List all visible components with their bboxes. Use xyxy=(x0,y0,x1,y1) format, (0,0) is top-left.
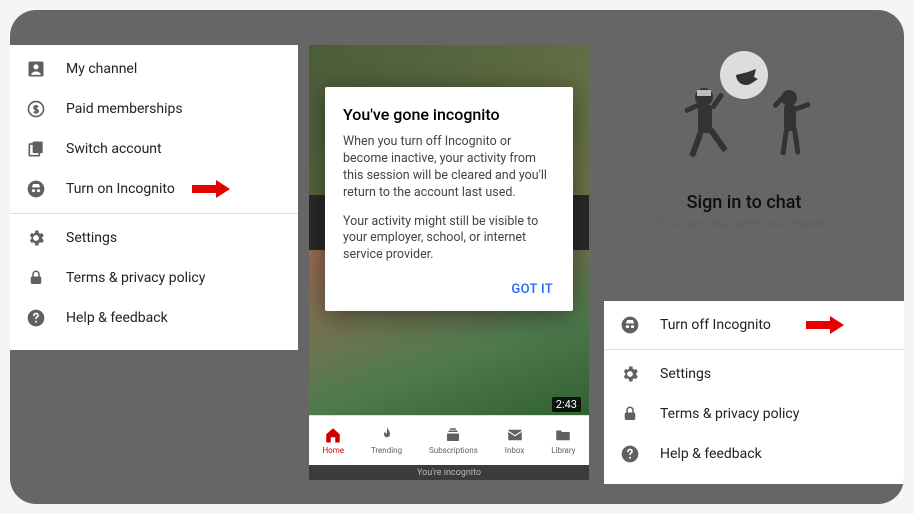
chat-title: Sign in to chat xyxy=(604,192,884,213)
nav-label: Trending xyxy=(371,446,402,455)
incognito-dialog: You've gone incognito When you turn off … xyxy=(325,87,573,311)
menu-item-paid-memberships[interactable]: Paid memberships xyxy=(10,89,298,129)
nav-trending[interactable]: Trending xyxy=(371,426,402,455)
menu-item-label: Help & feedback xyxy=(660,446,762,462)
nav-library[interactable]: Library xyxy=(551,426,575,455)
nav-label: Library xyxy=(551,446,575,455)
account-menu-right: Turn off Incognito Settings Terms & priv… xyxy=(604,301,904,484)
video-duration: 2:43 xyxy=(552,397,581,412)
menu-item-terms-privacy[interactable]: Terms & privacy policy xyxy=(604,394,904,434)
menu-item-label: Settings xyxy=(66,230,117,246)
incognito-icon xyxy=(24,177,48,201)
menu-item-label: Help & feedback xyxy=(66,310,168,326)
menu-item-label: Terms & privacy policy xyxy=(66,270,205,286)
menu-item-terms-privacy[interactable]: Terms & privacy policy xyxy=(10,258,298,298)
menu-item-label: Turn off Incognito xyxy=(660,317,771,333)
red-arrow-icon xyxy=(190,178,232,200)
nav-label: Home xyxy=(322,446,344,455)
menu-item-label: Turn on Incognito xyxy=(66,181,175,197)
chat-subtitle: You can chat with your friends xyxy=(604,217,884,232)
dialog-paragraph-1: When you turn off Incognito or become in… xyxy=(343,134,555,202)
chat-illustration xyxy=(604,30,884,190)
home-icon xyxy=(324,426,342,444)
trending-icon xyxy=(378,426,396,444)
got-it-button[interactable]: GOT IT xyxy=(343,276,555,301)
mail-icon xyxy=(506,426,524,444)
menu-item-turn-on-incognito[interactable]: Turn on Incognito xyxy=(10,169,298,209)
incognito-bar: You're incognito xyxy=(309,465,589,480)
menu-divider xyxy=(10,213,298,214)
menu-item-label: My channel xyxy=(66,61,137,77)
lock-icon xyxy=(24,266,48,290)
help-circle-icon xyxy=(618,442,642,466)
menu-item-label: Switch account xyxy=(66,141,162,157)
folder-icon xyxy=(554,426,572,444)
phone-screen: ⋮ 2:43 Home Trending Subscriptions Inbox xyxy=(309,45,589,480)
red-arrow-icon xyxy=(804,314,846,336)
menu-item-switch-account[interactable]: Switch account xyxy=(10,129,298,169)
subscriptions-icon xyxy=(444,426,462,444)
menu-item-label: Terms & privacy policy xyxy=(660,406,799,422)
dollar-circle-icon xyxy=(24,97,48,121)
menu-item-help-feedback[interactable]: Help & feedback xyxy=(10,298,298,338)
menu-divider xyxy=(604,349,904,350)
nav-label: Inbox xyxy=(505,446,525,455)
dialog-title: You've gone incognito xyxy=(343,105,555,124)
menu-item-label: Settings xyxy=(660,366,711,382)
gear-icon xyxy=(24,226,48,250)
incognito-icon xyxy=(618,313,642,337)
menu-item-turn-off-incognito[interactable]: Turn off Incognito xyxy=(604,305,904,345)
bottom-nav: Home Trending Subscriptions Inbox Librar… xyxy=(309,415,589,465)
nav-home[interactable]: Home xyxy=(322,426,344,455)
person-box-icon xyxy=(24,57,48,81)
help-circle-icon xyxy=(24,306,48,330)
chat-signin-area: Sign in to chat You can chat with your f… xyxy=(604,30,884,232)
account-menu-left: My channel Paid memberships Switch accou… xyxy=(10,45,298,350)
menu-item-settings[interactable]: Settings xyxy=(10,218,298,258)
switch-account-icon xyxy=(24,137,48,161)
nav-inbox[interactable]: Inbox xyxy=(505,426,525,455)
menu-item-help-feedback[interactable]: Help & feedback xyxy=(604,434,904,474)
nav-label: Subscriptions xyxy=(429,446,478,455)
gear-icon xyxy=(618,362,642,386)
menu-item-my-channel[interactable]: My channel xyxy=(10,49,298,89)
dialog-paragraph-2: Your activity might still be visible to … xyxy=(343,214,555,265)
lock-icon xyxy=(618,402,642,426)
menu-item-label: Paid memberships xyxy=(66,101,183,117)
nav-subscriptions[interactable]: Subscriptions xyxy=(429,426,478,455)
menu-item-settings[interactable]: Settings xyxy=(604,354,904,394)
incognito-bar-label: You're incognito xyxy=(417,468,481,478)
